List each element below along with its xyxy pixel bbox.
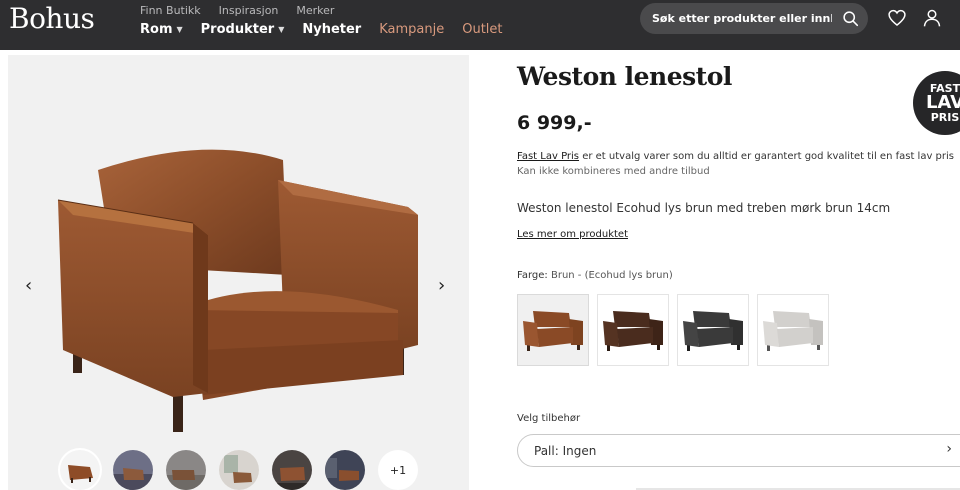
thumbnail-3[interactable] [166,450,206,490]
product-description: Weston lenestol Ecohud lys brun med treb… [517,201,891,215]
thumbnail-image [113,450,153,490]
selected-color-text: Brun - (Ecohud lys brun) [550,270,673,281]
color-swatch-mork-brun[interactable] [597,294,669,366]
util-link-inspirasjon[interactable]: Inspirasjon [219,4,279,17]
product-price: 6 999,- [517,112,592,134]
search-input[interactable] [652,3,832,34]
thumbnail-image [60,450,100,490]
util-link-finn-butikk[interactable]: Finn Butikk [140,4,201,17]
thumbnail-image [325,450,365,490]
product-gallery: ‹ › +1 [8,55,469,490]
top-header: Bohus Finn Butikk Inspirasjon Merker Rom… [0,0,960,50]
main-nav: Rom ▼ Produkter ▼ Nyheter Kampanje Outle… [140,22,503,37]
thumbnail-image [166,450,206,490]
product-title: Weston lenestol [517,62,732,91]
thumbnail-5[interactable] [272,450,312,490]
thumbnail-image [219,450,259,490]
swatch-chair-image [763,311,823,351]
fast-lav-pris-link[interactable]: Fast Lav Pris [517,151,579,162]
color-swatches [517,294,829,366]
color-swatch-antrasitt[interactable] [677,294,749,366]
chevron-right-icon: › [946,441,952,457]
nav-item-kampanje[interactable]: Kampanje [379,22,444,37]
nav-item-produkter[interactable]: Produkter ▼ [201,22,285,37]
accessories-label: Velg tilbehør [517,413,581,424]
product-image [57,149,418,432]
thumbnail-strip: +1 [60,450,418,490]
gallery-next-button[interactable]: › [438,275,445,296]
more-images-button[interactable]: +1 [378,450,418,490]
fast-lav-pris-info: Fast Lav Pris er et utvalg varer som du … [517,149,957,179]
badge-line-3: PRIS [930,111,960,124]
nav-item-label: Rom [140,22,173,37]
nav-item-label: Outlet [462,22,503,37]
utility-nav: Finn Butikk Inspirasjon Merker [140,4,334,17]
swatch-chair-image [603,311,663,351]
nav-item-label: Nyheter [302,22,362,37]
nav-item-rom[interactable]: Rom ▼ [140,22,183,37]
read-more-link[interactable]: Les mer om produktet [517,229,628,240]
accessories-select-value: Pall: Ingen [534,444,597,458]
thumbnail-1[interactable] [60,450,100,490]
heart-icon[interactable] [887,8,907,28]
color-swatch-brun[interactable] [517,294,589,366]
accessories-select[interactable]: Pall: Ingen › [517,434,960,467]
fast-lav-pris-text: er et utvalg varer som du alltid er gara… [579,151,954,162]
badge-line-2: LAV [925,92,960,113]
color-selector-label: Farge: Brun - (Ecohud lys brun) [517,270,673,281]
thumbnail-4[interactable] [219,450,259,490]
search-icon[interactable] [842,10,859,27]
user-icon[interactable] [922,8,942,28]
bohus-logo[interactable]: Bohus [9,2,95,35]
chevron-down-icon: ▼ [278,25,285,34]
gallery-prev-button[interactable]: ‹ [25,275,32,296]
chevron-down-icon: ▼ [176,25,183,34]
util-link-merker[interactable]: Merker [296,4,334,17]
nav-item-label: Produkter [200,22,275,37]
nav-item-nyheter[interactable]: Nyheter [302,22,361,37]
thumbnail-image [272,450,312,490]
fast-lav-pris-badge: FAST LAV PRIS [913,71,960,135]
thumbnail-2[interactable] [113,450,153,490]
swatch-chair-image [523,311,583,351]
color-label-text: Farge: [517,270,548,281]
thumbnail-6[interactable] [325,450,365,490]
swatch-chair-image [683,311,743,351]
search-bar [640,3,868,34]
fast-lav-pris-disclaimer: Kan ikke kombineres med andre tilbud [517,166,710,177]
nav-item-outlet[interactable]: Outlet [462,22,502,37]
color-swatch-lys-gra[interactable] [757,294,829,366]
nav-item-label: Kampanje [379,22,445,37]
